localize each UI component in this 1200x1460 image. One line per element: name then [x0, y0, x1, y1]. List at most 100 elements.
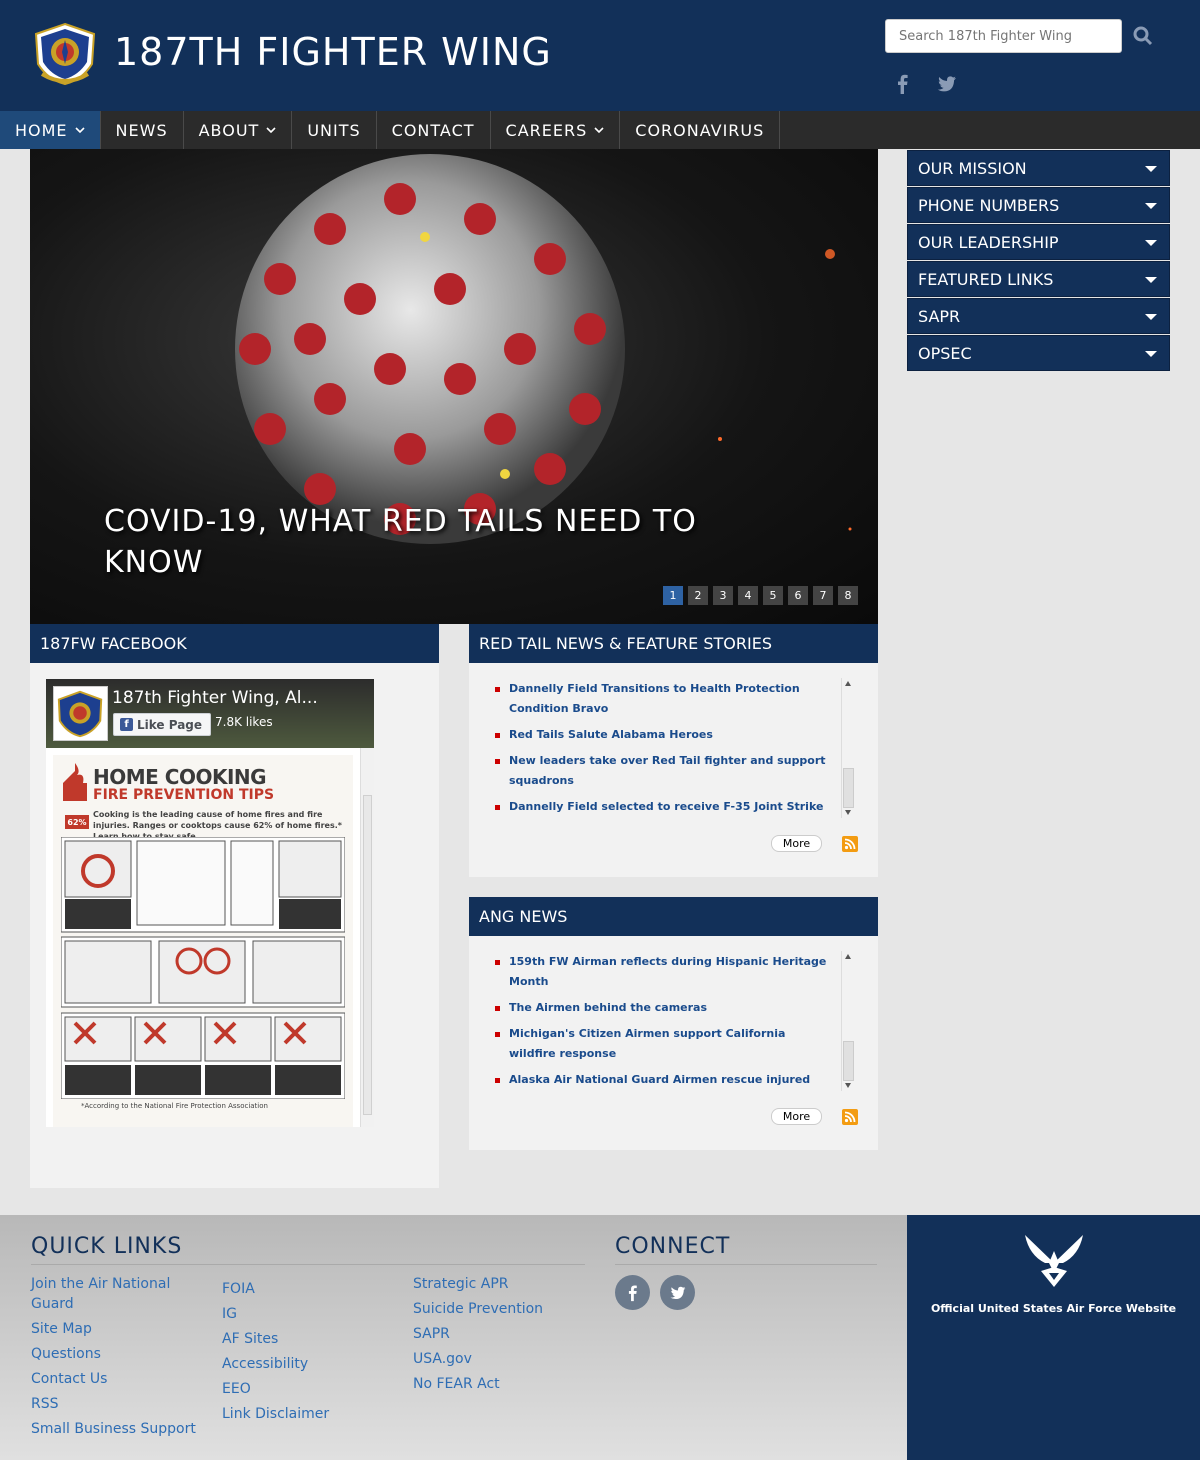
caret-down-icon	[1145, 203, 1157, 209]
twitter-button[interactable]	[660, 1275, 695, 1310]
scroll-up-icon[interactable]	[845, 954, 851, 959]
accordion-sapr[interactable]: SAPR	[907, 298, 1170, 334]
accordion-opsec[interactable]: OPSEC	[907, 335, 1170, 371]
news-list: Dannelly Field Transitions to Health Pro…	[489, 679, 857, 819]
footer-link[interactable]: RSS	[31, 1394, 211, 1414]
rss-icon[interactable]	[842, 836, 858, 852]
news-item-link[interactable]: Michigan's Citizen Airmen support Califo…	[495, 1024, 834, 1064]
facebook-button[interactable]	[615, 1275, 650, 1310]
news-item-link[interactable]: Dannelly Field selected to receive F-35 …	[495, 797, 834, 817]
news-item-link[interactable]: 159th FW Airman reflects during Hispanic…	[495, 952, 834, 992]
accordion-our-mission[interactable]: OUR MISSION	[907, 150, 1170, 186]
virus-spike	[534, 453, 566, 485]
accordion-phone-numbers[interactable]: PHONE NUMBERS	[907, 187, 1170, 223]
virus-spike	[574, 313, 606, 345]
news-item-link[interactable]: Alaska Air National Guard Airmen rescue …	[495, 1070, 834, 1090]
post-footnote: *According to the National Fire Protecti…	[81, 1102, 268, 1110]
footer-link[interactable]: Site Map	[31, 1319, 211, 1339]
site-title[interactable]: 187TH FIGHTER WING	[114, 30, 552, 74]
quick-links-heading: QUICK LINKS	[31, 1234, 183, 1259]
footer-link[interactable]: AF Sites	[222, 1329, 402, 1349]
news-item-link[interactable]: Dannelly Field Transitions to Health Pro…	[495, 679, 834, 719]
nav-home[interactable]: HOME	[0, 111, 101, 149]
kitchen-illustration	[61, 837, 345, 1099]
more-button[interactable]: More	[771, 835, 822, 852]
scroll-down-icon[interactable]	[845, 810, 851, 815]
nav-label: HOME	[15, 120, 68, 140]
nav-contact[interactable]: CONTACT	[377, 111, 491, 149]
hero-title[interactable]: COVID-19, WHAT RED TAILS NEED TO KNOW	[104, 501, 804, 583]
footer-link[interactable]: FOIA	[222, 1279, 402, 1299]
footer-link[interactable]: Accessibility	[222, 1354, 402, 1374]
more-button[interactable]: More	[771, 1108, 822, 1125]
pager-item[interactable]: 8	[838, 586, 858, 605]
nav-label: CONTACT	[391, 120, 475, 140]
hero-carousel[interactable]: COVID-19, WHAT RED TAILS NEED TO KNOW 1 …	[30, 149, 878, 624]
search-icon[interactable]	[1131, 24, 1155, 48]
pager-item[interactable]: 1	[663, 586, 683, 605]
nav-about[interactable]: ABOUT	[184, 111, 293, 149]
facebook-icon[interactable]	[892, 73, 914, 95]
footer-link[interactable]: Strategic APR	[413, 1274, 593, 1294]
pager-item[interactable]: 5	[763, 586, 783, 605]
footer-link[interactable]: Questions	[31, 1344, 211, 1364]
nav-units[interactable]: UNITS	[292, 111, 377, 149]
chevron-down-icon	[594, 127, 604, 134]
pager-item[interactable]: 2	[688, 586, 708, 605]
wing-emblem-logo[interactable]	[53, 686, 108, 741]
accordion-label: PHONE NUMBERS	[918, 195, 1060, 215]
scrollbar-thumb[interactable]	[843, 1041, 854, 1081]
search-input[interactable]	[885, 19, 1122, 53]
footer-link[interactable]: Link Disclaimer	[222, 1404, 402, 1424]
news-scrollbar[interactable]	[841, 951, 854, 1091]
scroll-up-icon[interactable]	[845, 681, 851, 686]
news-item-link[interactable]: The Airmen behind the cameras	[495, 998, 834, 1018]
virus-spike	[464, 203, 496, 235]
scrollbar-thumb[interactable]	[363, 795, 372, 1115]
nav-news[interactable]: NEWS	[101, 111, 184, 149]
footer-link[interactable]: Small Business Support	[31, 1419, 211, 1439]
facebook-icon: f	[120, 718, 133, 731]
footer-link[interactable]: SAPR	[413, 1324, 593, 1344]
footer-link[interactable]: Contact Us	[31, 1369, 211, 1389]
virus-spike	[314, 383, 346, 415]
main-nav: HOME NEWS ABOUT UNITS CONTACT CAREERS CO…	[0, 111, 1200, 149]
rss-icon[interactable]	[842, 1109, 858, 1125]
air-force-link[interactable]: Official United States Air Force Website	[907, 1215, 1200, 1460]
ang-news-panel: ANG NEWS 159th FW Airman reflects during…	[469, 897, 878, 1150]
facebook-post-image[interactable]: HOME COOKING FIRE PREVENTION TIPS 62% Co…	[53, 755, 353, 1127]
pager-item[interactable]: 6	[788, 586, 808, 605]
pager-item[interactable]: 3	[713, 586, 733, 605]
twitter-icon[interactable]	[936, 73, 958, 95]
facebook-page-header: 187th Fighter Wing, Al... f Like Page 7.8…	[46, 679, 374, 748]
facebook-scrollbar[interactable]	[360, 748, 374, 1127]
nav-coronavirus[interactable]: CORONAVIRUS	[620, 111, 781, 149]
virus-spike	[394, 433, 426, 465]
footer-link[interactable]: EEO	[222, 1379, 402, 1399]
accordion-our-leadership[interactable]: OUR LEADERSHIP	[907, 224, 1170, 260]
footer-link[interactable]: USA.gov	[413, 1349, 593, 1369]
wing-emblem-logo[interactable]	[32, 22, 98, 86]
footer-link[interactable]: Join the Air National Guard	[31, 1274, 211, 1314]
pager-item[interactable]: 4	[738, 586, 758, 605]
like-page-button[interactable]: f Like Page	[113, 713, 211, 736]
nav-careers[interactable]: CAREERS	[491, 111, 621, 149]
footer-link[interactable]: Suicide Prevention	[413, 1299, 593, 1319]
panel-heading: 187FW FACEBOOK	[30, 624, 439, 663]
facebook-page-name[interactable]: 187th Fighter Wing, Al...	[112, 688, 318, 708]
nav-label: CAREERS	[505, 120, 588, 140]
percent-badge: 62%	[65, 815, 89, 829]
virus-spike	[239, 333, 271, 365]
scrollbar-thumb[interactable]	[843, 768, 854, 808]
footer-link[interactable]: No FEAR Act	[413, 1374, 593, 1394]
news-item-link[interactable]: New leaders take over Red Tail fighter a…	[495, 751, 834, 791]
news-scrollbar[interactable]	[841, 678, 854, 818]
news-item-link[interactable]: Red Tails Salute Alabama Heroes	[495, 725, 834, 745]
pager-item[interactable]: 7	[813, 586, 833, 605]
accordion-label: OPSEC	[918, 343, 972, 363]
virus-spike	[314, 213, 346, 245]
footer-link[interactable]: IG	[222, 1304, 402, 1324]
accordion-featured-links[interactable]: FEATURED LINKS	[907, 261, 1170, 297]
scroll-down-icon[interactable]	[845, 1083, 851, 1088]
accordion-label: FEATURED LINKS	[918, 269, 1054, 289]
